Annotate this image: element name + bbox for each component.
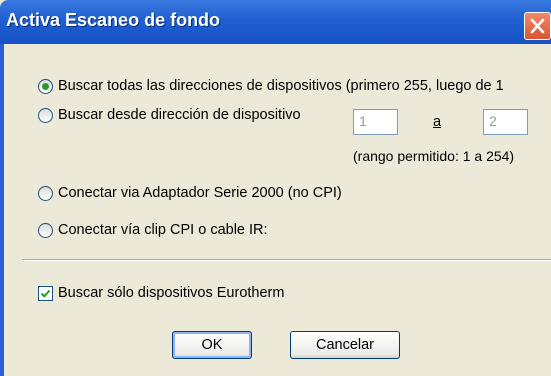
scan-all-radio[interactable]	[38, 79, 53, 94]
scan-range-label: Buscar desde dirección de dispositivo	[58, 107, 301, 123]
range-to-label: a	[433, 114, 442, 130]
dialog-body: Buscar todas las direcciones de disposit…	[4, 44, 551, 376]
dialog-window: Activa Escaneo de fondo Buscar todas las…	[0, 0, 551, 376]
cancel-button[interactable]: Cancelar	[290, 331, 400, 359]
window-title: Activa Escaneo de fondo	[6, 10, 221, 30]
close-button[interactable]	[524, 12, 551, 40]
radio-selected-dot	[42, 83, 49, 90]
cpi-clip-label: Conectar vía clip CPI o cable IR:	[58, 222, 268, 238]
eurotherm-only-checkbox[interactable]	[38, 286, 53, 301]
eurotherm-only-option[interactable]: Buscar sólo dispositivos Eurotherm	[4, 285, 404, 307]
close-icon	[530, 18, 545, 34]
range-hint: (rango permitido: 1 a 254)	[353, 148, 515, 164]
serial-adapter-radio[interactable]	[38, 186, 53, 201]
cpi-clip-radio[interactable]	[38, 223, 53, 238]
title-bar[interactable]: Activa Escaneo de fondo	[0, 0, 551, 44]
scan-all-label: Buscar todas las direcciones de disposit…	[58, 78, 504, 94]
range-from-input[interactable]: 1	[353, 109, 398, 135]
option-cpi-clip[interactable]: Conectar vía clip CPI o cable IR:	[4, 222, 404, 244]
separator	[22, 259, 551, 261]
ok-button[interactable]: OK	[172, 331, 252, 359]
option-scan-all[interactable]: Buscar todas las direcciones de disposit…	[4, 78, 551, 100]
serial-adapter-label: Conectar via Adaptador Serie 2000 (no CP…	[58, 185, 342, 201]
option-scan-range[interactable]: Buscar desde dirección de dispositivo	[4, 107, 344, 129]
option-serial-adapter[interactable]: Conectar via Adaptador Serie 2000 (no CP…	[4, 185, 404, 207]
scan-range-radio[interactable]	[38, 108, 53, 123]
eurotherm-only-label: Buscar sólo dispositivos Eurotherm	[58, 285, 285, 301]
checkmark-icon	[40, 289, 51, 298]
range-to-input[interactable]: 2	[483, 109, 528, 135]
